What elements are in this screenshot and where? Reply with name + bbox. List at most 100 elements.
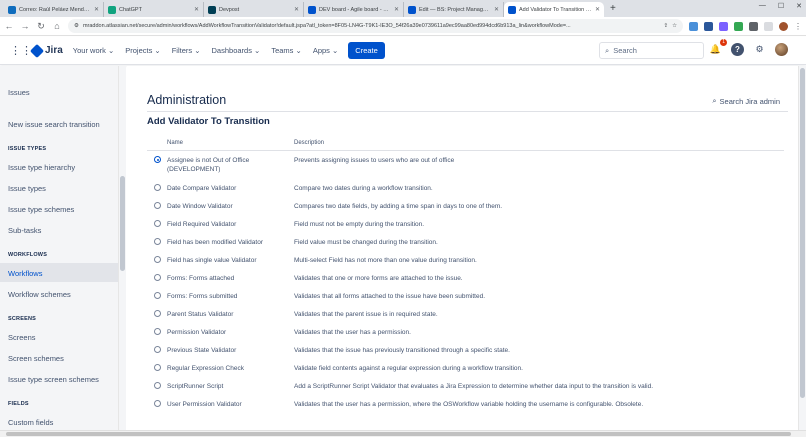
bookmark-star-icon[interactable]: ☆: [672, 23, 677, 29]
sidebar-item-sub-tasks[interactable]: Sub-tasks: [8, 226, 41, 235]
tab-close-icon[interactable]: ✕: [494, 6, 499, 13]
tab-close-icon[interactable]: ✕: [394, 6, 399, 13]
share-icon[interactable]: ⇪: [663, 23, 668, 29]
sidebar-item-issue-type-screen-schemes[interactable]: Issue type screen schemes: [8, 375, 99, 384]
validator-radio[interactable]: [154, 310, 161, 317]
sidebar-item-workflow-schemes[interactable]: Workflow schemes: [8, 290, 71, 299]
top-nav: Your work ⌄ Projects ⌄ Filters ⌄ Dashboards…: [73, 46, 339, 55]
close-window-icon[interactable]: ✕: [796, 2, 802, 10]
sidebar-item-issue-type-schemes[interactable]: Issue type schemes: [8, 205, 74, 214]
nav-item[interactable]: Teams ⌄: [271, 46, 301, 55]
browser-tab[interactable]: DEV board - Agile board - Team ✕: [304, 2, 404, 17]
validator-radio[interactable]: [154, 156, 161, 163]
header-divider: [147, 150, 784, 151]
validator-name: ScriptRunner Script: [167, 383, 224, 390]
tab-close-icon[interactable]: ✕: [194, 6, 199, 13]
home-icon[interactable]: ⌂: [52, 21, 62, 31]
validator-radio[interactable]: [154, 364, 161, 371]
chevron-down-icon: ⌄: [251, 46, 261, 55]
app-switcher-icon[interactable]: ⋮⋮: [10, 44, 32, 57]
horizontal-scroll-thumb[interactable]: [6, 432, 791, 436]
create-button[interactable]: Create: [348, 42, 385, 59]
nav-item-label: Teams: [271, 46, 294, 55]
search-icon: ⌕: [712, 96, 717, 105]
sidebar-item-issues[interactable]: Issues: [8, 88, 30, 97]
extension-icon[interactable]: [689, 21, 698, 31]
search-input[interactable]: ⌕ Search: [599, 42, 704, 59]
extension-icon[interactable]: [719, 21, 728, 31]
validator-name: Date Window Validator: [167, 203, 233, 210]
tab-close-icon[interactable]: ✕: [94, 6, 99, 13]
title-divider: [147, 111, 788, 112]
nav-item[interactable]: Dashboards ⌄: [212, 46, 261, 55]
tab-label: Correo: Raúl Peláez Mendoza - C: [19, 6, 91, 13]
reload-icon[interactable]: ↻: [36, 21, 46, 32]
nav-item[interactable]: Projects ⌄: [125, 46, 160, 55]
sidebar-item-new-issue-search[interactable]: New issue search transition: [8, 120, 100, 129]
sidebar-section-fields: FIELDS: [8, 401, 29, 407]
page-scroll-thumb[interactable]: [800, 68, 805, 398]
validator-name: Permission Validator: [167, 329, 227, 336]
validator-radio[interactable]: [154, 202, 161, 209]
validator-name: Previous State Validator: [167, 347, 237, 354]
nav-item[interactable]: Your work ⌄: [73, 46, 114, 55]
browser-tab[interactable]: Correo: Raúl Peláez Mendoza - C✕: [4, 2, 104, 17]
menu-kebab-icon[interactable]: ⋮: [794, 22, 802, 31]
sidebar-icon[interactable]: [764, 21, 773, 31]
minimize-icon[interactable]: —: [759, 2, 766, 10]
page-scrollbar[interactable]: [798, 66, 806, 430]
address-bar[interactable]: ⚙ mraddon.atlassian.net/secure/admin/wor…: [68, 19, 683, 33]
validator-radio[interactable]: [154, 382, 161, 389]
sidebar-item-screen-schemes[interactable]: Screen schemes: [8, 354, 64, 363]
sidebar-scrollbar[interactable]: [118, 66, 126, 430]
sidebar-item-issue-type-hierarchy[interactable]: Issue type hierarchy: [8, 163, 75, 172]
tab-close-icon[interactable]: ✕: [294, 6, 299, 13]
browser-tab[interactable]: Edit — BS: Project Management ✕: [404, 2, 504, 17]
validator-radio[interactable]: [154, 184, 161, 191]
user-avatar[interactable]: [775, 43, 788, 56]
sidebar-item-screens[interactable]: Screens: [8, 333, 36, 342]
site-info-icon[interactable]: ⚙: [74, 23, 79, 29]
validator-radio[interactable]: [154, 328, 161, 335]
validator-radio[interactable]: [154, 292, 161, 299]
nav-item-label: Projects: [125, 46, 153, 55]
forward-icon[interactable]: →: [20, 21, 30, 31]
notifications-icon[interactable]: 🔔 1: [709, 39, 727, 56]
validator-radio[interactable]: [154, 346, 161, 353]
validator-name: Forms: Forms submitted: [167, 293, 238, 300]
page-title: Administration: [147, 93, 227, 107]
validator-radio[interactable]: [154, 220, 161, 227]
nav-item[interactable]: Filters ⌄: [172, 46, 201, 55]
sidebar-scroll-thumb[interactable]: [120, 176, 125, 271]
search-admin-link[interactable]: ⌕ Search Jira admin: [712, 96, 780, 106]
browser-tab[interactable]: Devpost ✕: [204, 2, 304, 17]
browser-tab[interactable]: ChatGPT ✕: [104, 2, 204, 17]
extensions-puzzle-icon[interactable]: [749, 21, 758, 31]
profile-icon[interactable]: [779, 21, 788, 31]
admin-sidebar: Issues New issue search transition ISSUE…: [0, 66, 118, 430]
jira-logo[interactable]: Jira: [29, 43, 63, 58]
validator-description: Compare two dates during a workflow tran…: [294, 185, 433, 192]
sidebar-item-custom-fields[interactable]: Custom fields: [8, 418, 53, 427]
tab-close-icon[interactable]: ✕: [595, 6, 600, 13]
extension-icon[interactable]: [704, 21, 713, 31]
maximize-icon[interactable]: ☐: [778, 2, 784, 10]
validator-radio[interactable]: [154, 274, 161, 281]
new-tab-button[interactable]: +: [604, 2, 622, 17]
extension-icon[interactable]: [734, 21, 743, 31]
help-icon[interactable]: ?: [731, 43, 744, 56]
browser-tab[interactable]: Add Validator To Transition - Jira ✕: [504, 2, 604, 17]
validator-radio[interactable]: [154, 238, 161, 245]
back-icon[interactable]: ←: [4, 21, 14, 31]
header-icons: 🔔 1 ? ⚙: [709, 39, 788, 56]
tab-favicon-icon: [8, 5, 16, 14]
horizontal-scrollbar[interactable]: [0, 430, 806, 437]
validator-name: Field Required Validator: [167, 221, 237, 228]
validator-radio[interactable]: [154, 400, 161, 407]
sidebar-item-workflows[interactable]: Workflows: [8, 269, 42, 278]
sidebar-item-issue-types[interactable]: Issue types: [8, 184, 46, 193]
settings-gear-icon[interactable]: ⚙: [753, 43, 766, 56]
chevron-down-icon: ⌄: [152, 46, 161, 55]
nav-item[interactable]: Apps ⌄: [313, 46, 338, 55]
validator-radio[interactable]: [154, 256, 161, 263]
